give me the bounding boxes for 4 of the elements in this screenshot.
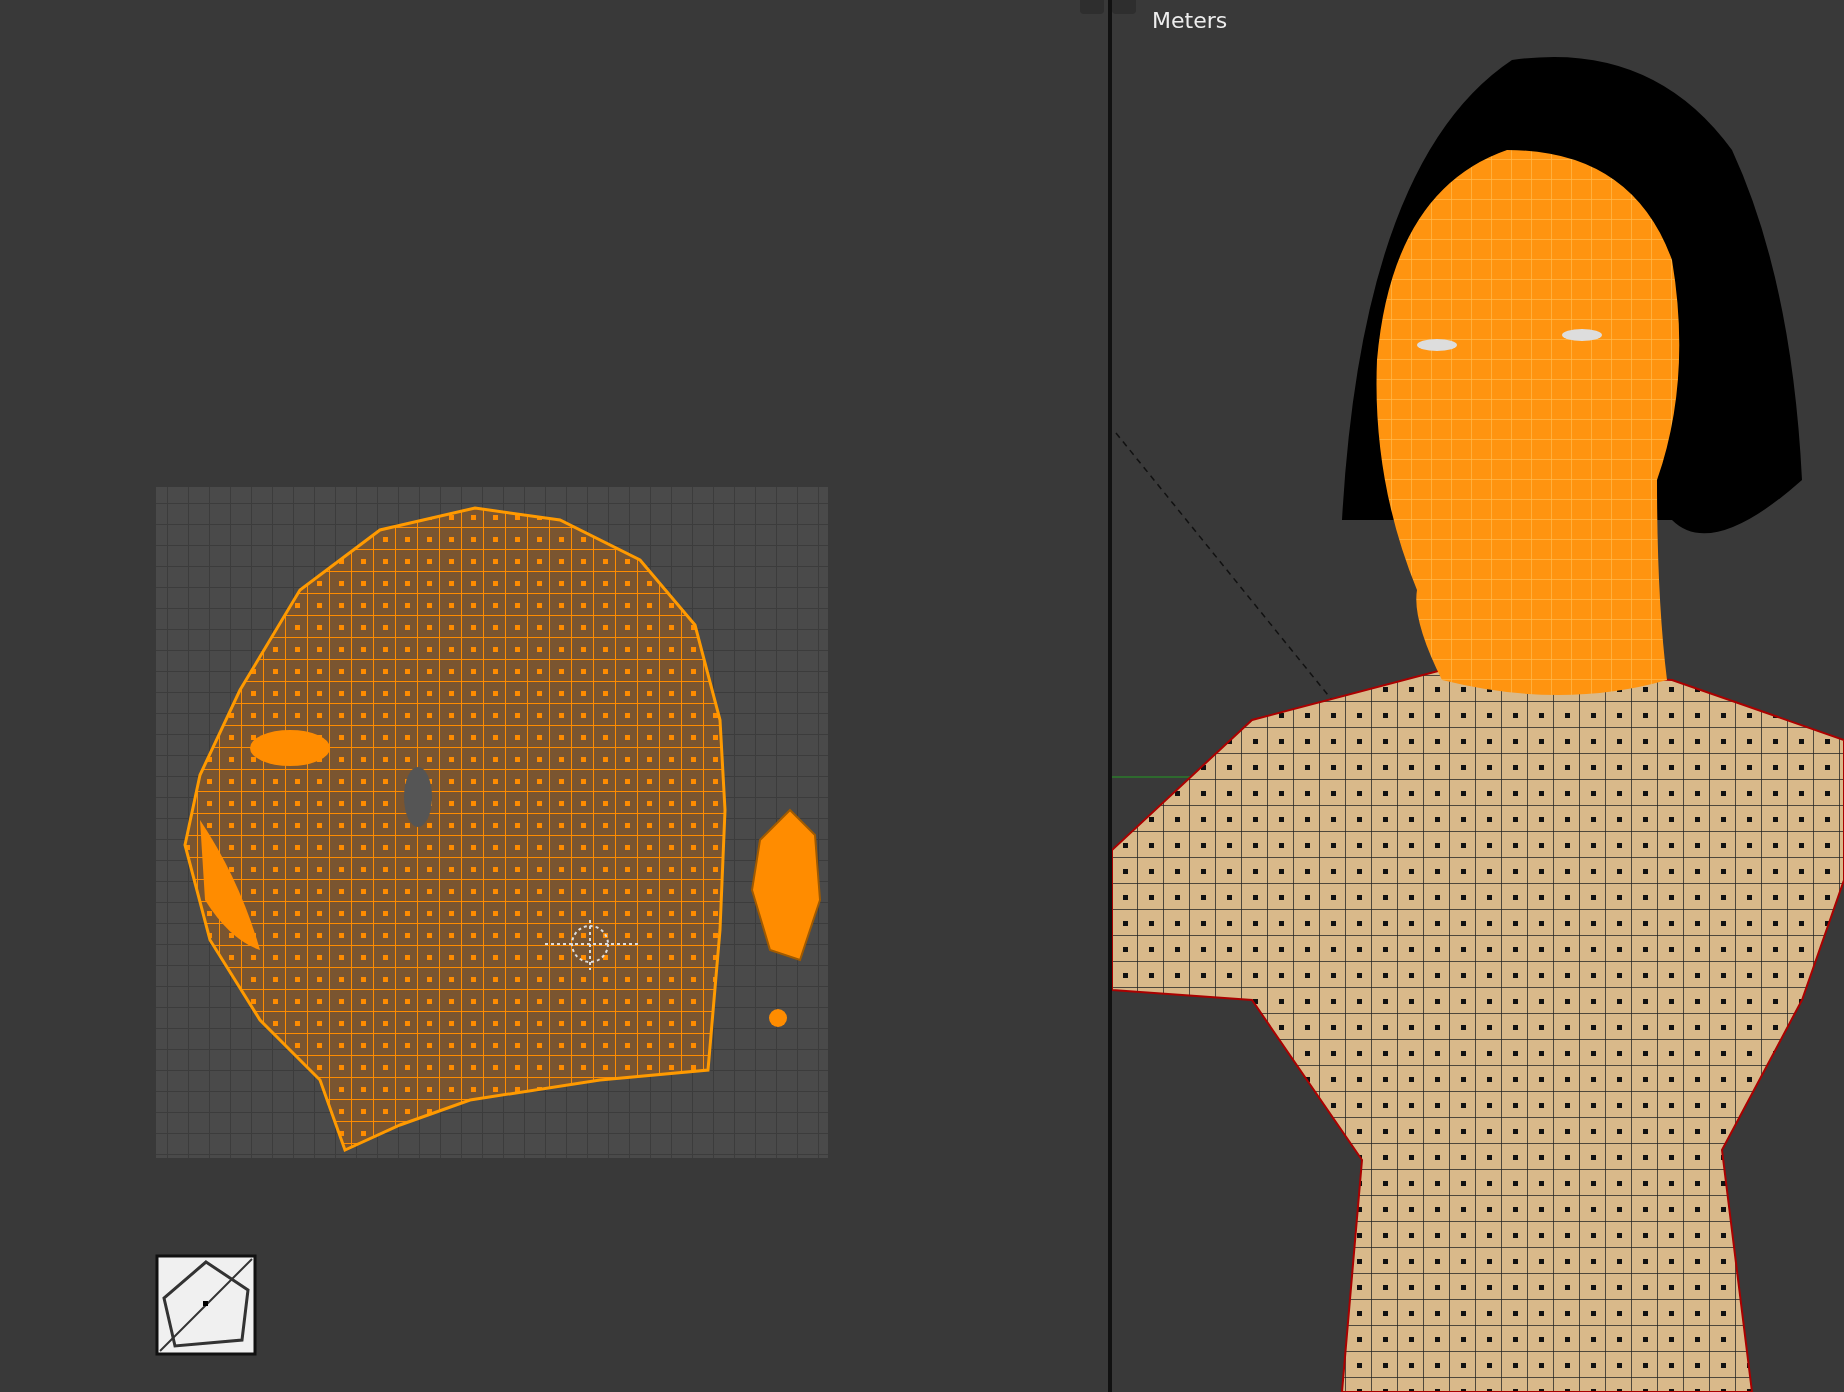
uv-small-island bbox=[769, 1009, 787, 1027]
units-label: Meters bbox=[1152, 7, 1228, 35]
area-split-handle[interactable] bbox=[1112, 0, 1136, 14]
2d-cursor-icon bbox=[544, 919, 641, 971]
